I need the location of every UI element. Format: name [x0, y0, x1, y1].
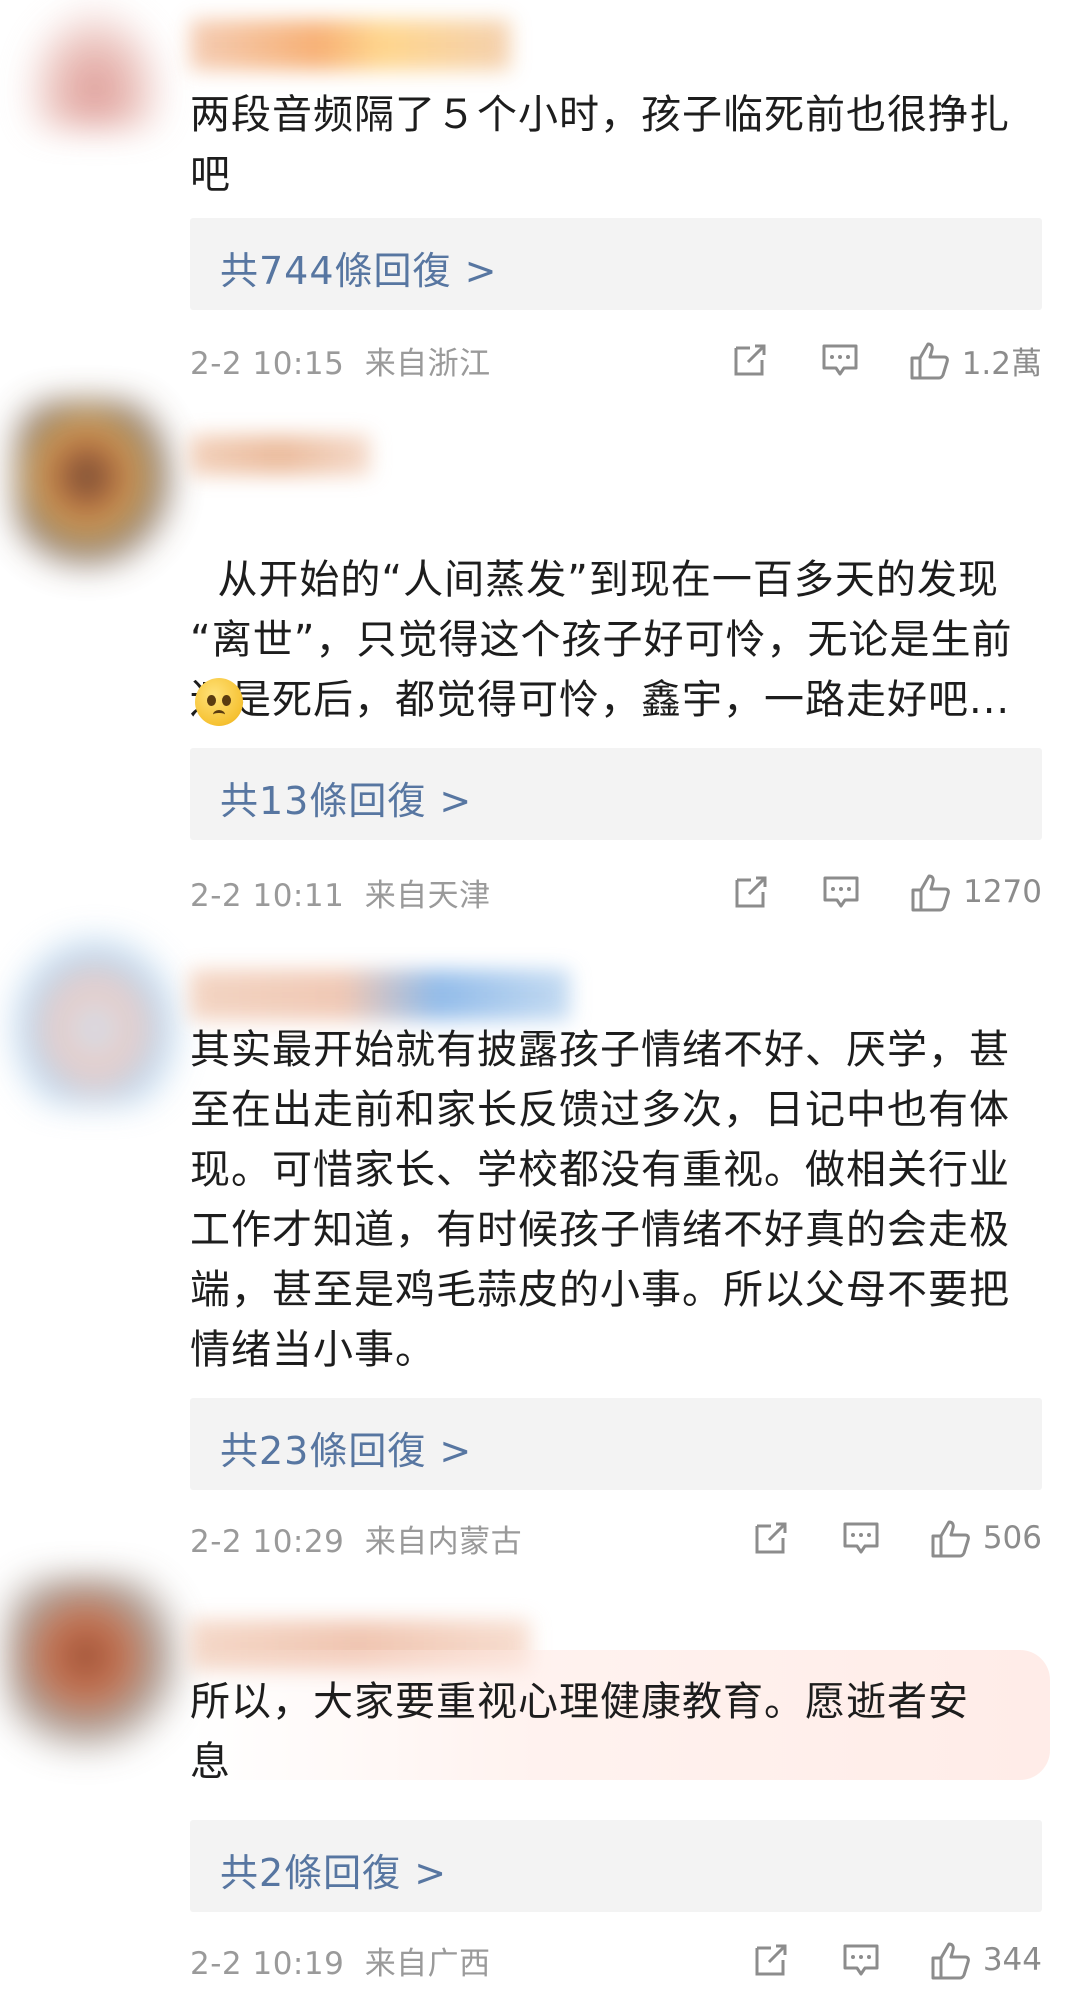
comment-meta: 2-2 10:11 来自天津 1270 — [190, 862, 1042, 922]
thumbs-up-icon[interactable] — [929, 1516, 973, 1560]
timestamp: 2-2 10:19 — [190, 1946, 345, 1982]
timestamp: 2-2 10:11 — [190, 878, 345, 914]
like-button[interactable]: 1270 — [909, 870, 1042, 914]
avatar[interactable] — [10, 935, 180, 1105]
comment-time: 2-2 10:15 来自浙江 — [190, 338, 491, 383]
share-icon[interactable] — [728, 338, 772, 382]
reply-count-link[interactable]: 共2條回復 > — [220, 1842, 447, 1897]
like-count: 1.2萬 — [961, 345, 1042, 382]
reply-summary[interactable]: 共2條回復 > — [190, 1820, 1042, 1912]
comment-icon[interactable] — [819, 870, 863, 914]
username[interactable] — [190, 20, 510, 70]
reply-count-link[interactable]: 共744條回復 > — [220, 240, 497, 295]
comment-text: 两段音频隔了５个小时，孩子临死前也很挣扎 吧 — [190, 92, 1010, 198]
reply-count-link[interactable]: 共23條回復 > — [220, 1420, 472, 1475]
reply-summary[interactable]: 共13條回復 > — [190, 748, 1042, 840]
thumbs-up-icon[interactable] — [908, 338, 952, 382]
comment-icon[interactable] — [839, 1938, 883, 1982]
comment-time: 2-2 10:29 来自内蒙古 — [190, 1516, 522, 1561]
comment-text: 其实最开始就有披露孩子情绪不好、厌学，甚 至在出走前和家长反馈过多次，日记中也有… — [190, 1027, 1010, 1373]
location: 来自浙江 — [364, 346, 491, 382]
action-bar: 1.2萬 — [682, 330, 1042, 390]
timestamp: 2-2 10:29 — [190, 1524, 345, 1560]
like-count: 506 — [982, 1520, 1042, 1556]
avatar[interactable] — [20, 0, 170, 130]
action-bar: 344 — [703, 1930, 1042, 1990]
username[interactable] — [190, 970, 570, 1020]
share-icon[interactable] — [729, 870, 773, 914]
sad-face-emoji-icon — [195, 678, 243, 726]
avatar[interactable] — [5, 1575, 185, 1755]
like-button[interactable]: 1.2萬 — [908, 338, 1042, 383]
action-bar: 1270 — [683, 862, 1042, 922]
reply-summary[interactable]: 共744條回復 > — [190, 218, 1042, 310]
like-count: 344 — [982, 1942, 1042, 1978]
comment-time: 2-2 10:11 来自天津 — [190, 870, 491, 915]
share-icon[interactable] — [749, 1516, 793, 1560]
comment-text: 从开始的“人间蒸发”到现在一百多天的发现 “离世”，只觉得这个孩子好可怜，无论是… — [190, 490, 1040, 730]
username[interactable] — [190, 435, 370, 475]
like-count: 1270 — [963, 874, 1042, 910]
comment-time: 2-2 10:19 来自广西 — [190, 1938, 491, 1983]
like-button[interactable]: 344 — [929, 1938, 1042, 1982]
comment-text-content: 从开始的“人间蒸发”到现在一百多天的发现 “离世”，只觉得这个孩子好可怜，无论是… — [190, 557, 1013, 723]
share-icon[interactable] — [749, 1938, 793, 1982]
thumbs-up-icon[interactable] — [909, 870, 953, 914]
comment-icon[interactable] — [818, 338, 862, 382]
reply-count-link[interactable]: 共13條回復 > — [220, 770, 472, 825]
avatar[interactable] — [15, 400, 175, 570]
comment-meta: 2-2 10:15 来自浙江 1.2萬 — [190, 330, 1042, 390]
reply-summary[interactable]: 共23條回復 > — [190, 1398, 1042, 1490]
action-bar: 506 — [703, 1508, 1042, 1568]
comment-meta: 2-2 10:19 来自广西 344 — [190, 1930, 1042, 1990]
timestamp: 2-2 10:15 — [190, 346, 345, 382]
like-button[interactable]: 506 — [929, 1516, 1042, 1560]
comment-meta: 2-2 10:29 来自内蒙古 506 — [190, 1508, 1042, 1568]
comment-icon[interactable] — [839, 1516, 883, 1560]
location: 来自广西 — [364, 1946, 491, 1982]
location: 来自天津 — [364, 878, 491, 914]
location: 来自内蒙古 — [364, 1524, 523, 1560]
comment-text: 所以，大家要重视心理健康教育。愿逝者安 息 — [190, 1679, 969, 1785]
thumbs-up-icon[interactable] — [929, 1938, 973, 1982]
